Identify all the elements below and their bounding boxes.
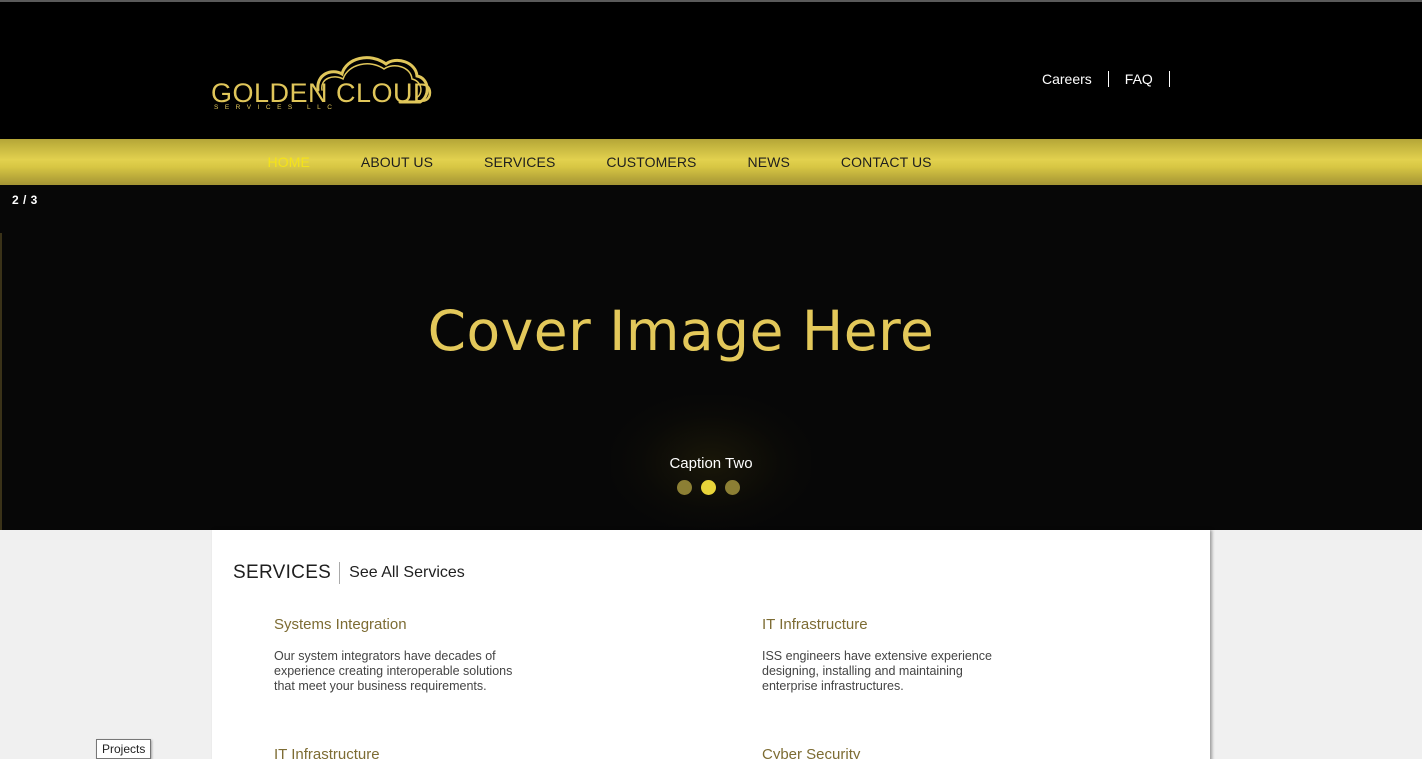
service-description: Our system integrators have decades of e… xyxy=(274,649,534,694)
page: GOLDEN CLOUD SERVICES LLC Careers FAQ HO… xyxy=(0,0,1422,759)
service-desc-line: designing, installing and maintaining xyxy=(762,664,963,678)
main-nav: HOME ABOUT US SERVICES CUSTOMERS NEWS CO… xyxy=(0,139,1422,185)
service-desc-line: enterprise infrastructures. xyxy=(762,679,904,693)
top-links: Careers FAQ xyxy=(1030,70,1170,88)
slide-dot-2[interactable] xyxy=(701,480,716,495)
nav-item-about-us[interactable]: ABOUT US xyxy=(335,154,458,170)
service-card-it-infrastructure: IT Infrastructure ISS engineers have ext… xyxy=(762,616,1022,694)
service-desc-line: that meet your business requirements. xyxy=(274,679,487,693)
hero-slideshow: 2 / 3 Cover Image Here Caption Two xyxy=(0,185,1422,530)
service-title[interactable]: Systems Integration xyxy=(274,616,534,633)
service-title[interactable]: Cyber Security xyxy=(762,746,1022,759)
nav-item-services[interactable]: SERVICES xyxy=(459,154,581,170)
service-desc-line: Our system integrators have decades of xyxy=(274,649,496,663)
nav-item-customers[interactable]: CUSTOMERS xyxy=(581,154,722,170)
service-desc-line: experience creating interoperable soluti… xyxy=(274,664,513,678)
slide-dot-1[interactable] xyxy=(677,480,692,495)
service-description: ISS engineers have extensive experience … xyxy=(762,649,1022,694)
nav-item-contact-us[interactable]: CONTACT US xyxy=(815,154,957,170)
faq-link[interactable]: FAQ xyxy=(1109,71,1170,87)
services-heading: SERVICES xyxy=(233,562,341,584)
slide-dots xyxy=(677,480,749,495)
slide-caption: Caption Two xyxy=(669,455,753,472)
services-section: SERVICES See All Services Systems Integr… xyxy=(212,530,1210,759)
projects-tooltip: Projects xyxy=(96,739,152,759)
hero-title: Cover Image Here xyxy=(427,299,935,363)
service-desc-line: ISS engineers have extensive experience xyxy=(762,649,993,663)
service-card-it-infrastructure-2: IT Infrastructure xyxy=(274,746,534,759)
nav-item-home[interactable]: HOME xyxy=(242,154,335,170)
logo-subtitle: SERVICES LLC xyxy=(214,104,338,111)
nav-item-news[interactable]: NEWS xyxy=(722,154,815,170)
service-title[interactable]: IT Infrastructure xyxy=(274,746,534,759)
services-header: SERVICES See All Services xyxy=(233,562,465,584)
logo[interactable]: GOLDEN CLOUD SERVICES LLC xyxy=(210,50,433,112)
slide-dot-3[interactable] xyxy=(725,480,740,495)
careers-link[interactable]: Careers xyxy=(1030,71,1109,87)
logo-graphic: GOLDEN CLOUD SERVICES LLC xyxy=(211,56,433,111)
hero-frame-edge xyxy=(0,233,2,530)
service-title[interactable]: IT Infrastructure xyxy=(762,616,1022,633)
service-card-cyber-security: Cyber Security xyxy=(762,746,1022,759)
service-card-systems-integration: Systems Integration Our system integrato… xyxy=(274,616,534,694)
slide-counter: 2 / 3 xyxy=(12,193,38,207)
see-all-services-link[interactable]: See All Services xyxy=(340,564,465,582)
header: GOLDEN CLOUD SERVICES LLC Careers FAQ xyxy=(0,0,1422,140)
